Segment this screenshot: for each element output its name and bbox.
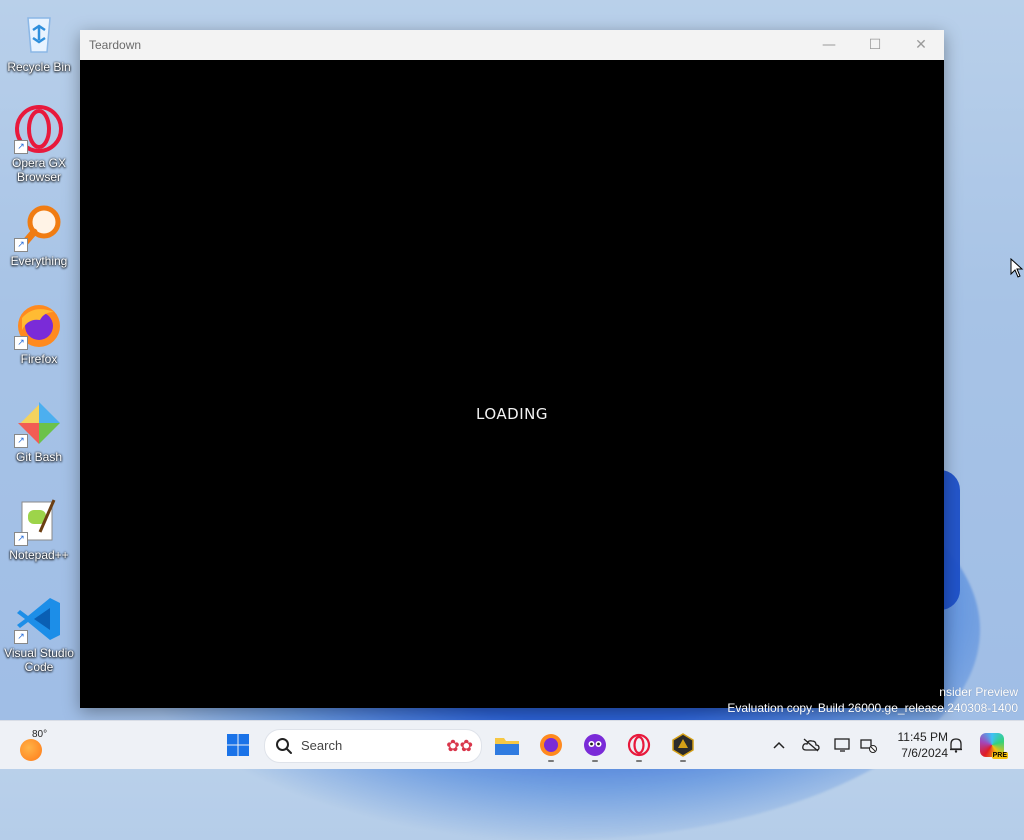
vscode-icon: ↗ [14,594,64,644]
game-viewport[interactable]: LOADING [80,60,944,708]
desktop-icon-everything[interactable]: ↗ Everything [0,202,78,268]
taskbar-file-explorer[interactable] [489,727,525,763]
desktop-icon-git-bash[interactable]: ↗ Git Bash [0,398,78,464]
desktop-icon-recycle-bin[interactable]: Recycle Bin [0,8,78,74]
taskbar: 80° Search ✿✿ 11:45 PM 7/6/2024 PRE [0,720,1024,769]
taskbar-opera-gx[interactable] [621,727,657,763]
copilot-pre-badge: PRE [991,752,1008,759]
shortcut-arrow-icon: ↗ [14,140,28,154]
desktop-icon-vscode[interactable]: ↗ Visual Studio Code [0,594,78,674]
desktop-icon-firefox[interactable]: ↗ Firefox [0,300,78,366]
teardown-window[interactable]: Teardown — ☐ ✕ LOADING [80,30,944,708]
desktop-icon-label: Opera GX Browser [11,156,67,184]
search-highlight-flowers-icon: ✿✿ [446,736,473,755]
desktop-icon-label: Notepad++ [9,548,69,562]
shortcut-arrow-icon: ↗ [14,336,28,350]
running-indicator [680,760,686,762]
running-indicator [592,760,598,762]
maximize-button[interactable]: ☐ [852,30,898,60]
firefox-icon [540,734,562,756]
desktop-icon-opera-gx[interactable]: ↗ Opera GX Browser [0,104,78,184]
git-bash-icon: ↗ [14,398,64,448]
weather-sun-icon [20,739,42,761]
taskbar-teardown[interactable] [665,727,701,763]
desktop-icon-label: Firefox [20,352,58,366]
shortcut-arrow-icon: ↗ [14,532,28,546]
desktop-icon-notepad-plus-plus[interactable]: ↗ Notepad++ [0,496,78,562]
teardown-icon [672,733,694,757]
shortcut-arrow-icon: ↗ [14,238,28,252]
desktop-icon-label: Everything [10,254,68,268]
copilot-icon[interactable]: PRE [980,733,1008,759]
start-button[interactable] [220,727,256,763]
weather-widget[interactable]: 80° [16,729,76,761]
search-icon [276,738,292,754]
taskbar-app-purple[interactable] [577,727,613,763]
everything-search-icon: ↗ [14,202,64,252]
watermark-line-2: Evaluation copy. Build 26000.ge_release.… [727,701,1018,715]
notification-bell-icon[interactable] [946,735,966,755]
window-titlebar[interactable]: Teardown — ☐ ✕ [80,30,944,61]
file-explorer-icon [495,738,519,755]
search-placeholder: Search [301,738,343,753]
opera-gx-icon [627,733,651,757]
tray-overflow-chevron-icon[interactable] [769,735,789,755]
window-title: Teardown [89,38,142,52]
taskbar-search[interactable]: Search ✿✿ [264,729,482,763]
windows-start-icon [227,734,249,756]
desktop-icon-label: Git Bash [15,450,63,464]
shortcut-arrow-icon: ↗ [14,434,28,448]
weather-temperature: 80° [32,729,48,740]
loading-text: LOADING [476,405,548,423]
purple-app-icon [584,734,606,756]
network-disconnected-icon[interactable] [859,735,879,755]
clock-time: 11:45 PM [897,730,948,744]
evaluation-watermark: nsider Preview Evaluation copy. Build 26… [727,684,1018,716]
close-button[interactable]: ✕ [898,30,944,60]
taskbar-clock[interactable]: 11:45 PM 7/6/2024 [884,729,948,761]
shortcut-arrow-icon: ↗ [14,630,28,644]
opera-gx-icon: ↗ [14,104,64,154]
mouse-cursor-icon [1010,257,1024,282]
notepad-plus-plus-icon: ↗ [14,496,64,546]
firefox-icon: ↗ [14,300,64,350]
desktop-icon-label: Visual Studio Code [4,646,74,674]
desktop-icon-label: Recycle Bin [7,60,71,74]
clock-date: 7/6/2024 [901,746,948,760]
display-icon[interactable] [833,735,853,755]
taskbar-firefox[interactable] [533,727,569,763]
recycle-bin-icon [14,8,64,58]
onedrive-offline-icon[interactable] [801,735,821,755]
minimize-button[interactable]: — [806,30,852,60]
running-indicator [636,760,642,762]
watermark-line-1: nsider Preview [939,685,1018,699]
running-indicator [548,760,554,762]
